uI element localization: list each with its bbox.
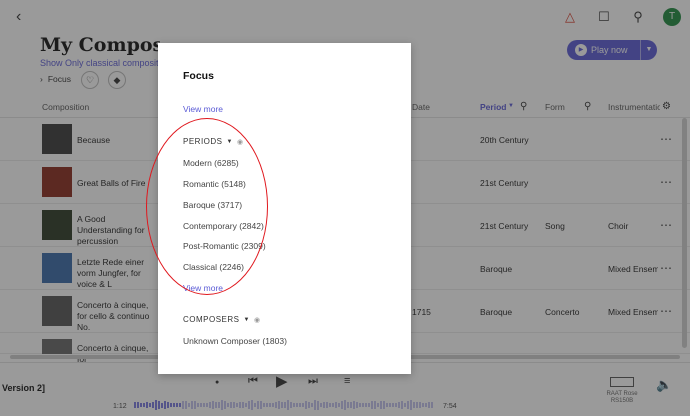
composer-option[interactable]: Unknown Composer (1803) xyxy=(183,336,287,346)
view-more-link[interactable]: View more xyxy=(183,104,223,114)
composers-section-header[interactable]: COMPOSERS ▼ ◉ xyxy=(183,315,261,324)
eye-icon[interactable]: ◉ xyxy=(254,316,261,324)
caret-down-icon: ▼ xyxy=(243,316,250,323)
annotation-circle xyxy=(146,118,268,295)
composers-heading: COMPOSERS xyxy=(183,315,240,324)
modal-title: Focus xyxy=(183,70,214,82)
app-window: ‹ △ ☐ ⚲ T My Compositions Show Only clas… xyxy=(0,0,690,416)
